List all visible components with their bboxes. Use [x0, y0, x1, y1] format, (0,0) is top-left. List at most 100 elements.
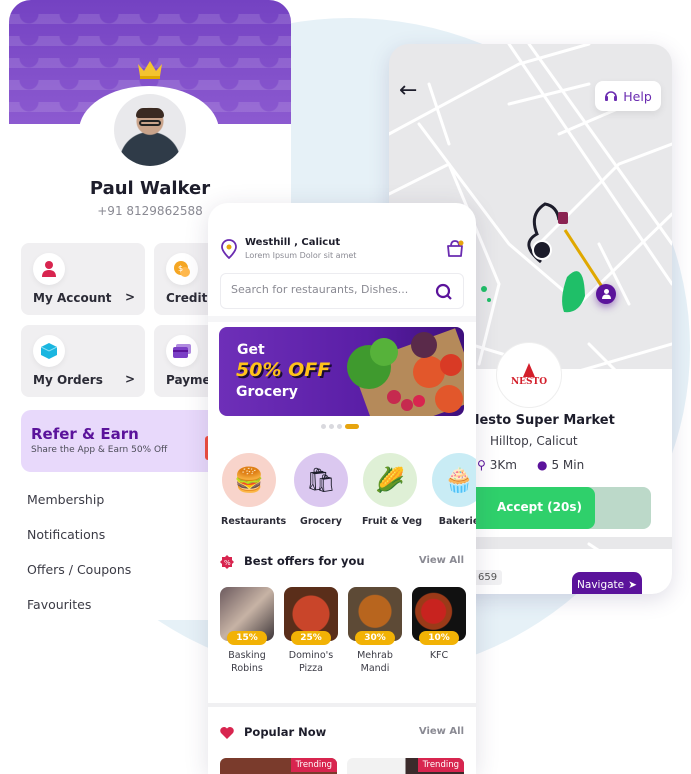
user-pin-icon[interactable]	[596, 284, 616, 304]
discount-badge-icon: %	[220, 555, 234, 569]
category-label: Restaurants	[221, 516, 287, 527]
offer-image: 25%	[284, 587, 338, 645]
location-pin-icon: ⚲	[477, 458, 486, 472]
carousel-dot[interactable]	[329, 424, 334, 429]
view-all-link[interactable]: View All	[419, 555, 464, 566]
carousel-dot[interactable]	[345, 424, 359, 429]
popular-card[interactable]: Trending	[347, 758, 464, 774]
card-icon	[173, 344, 191, 358]
category-label: Bakerie	[438, 516, 476, 527]
offer-name: Robins	[231, 663, 263, 674]
section-title: Popular Now	[244, 725, 327, 739]
menu-offers-coupons[interactable]: Offers / Coupons	[27, 562, 131, 577]
carousel-dot[interactable]	[337, 424, 342, 429]
refer-title: Refer & Earn	[31, 425, 139, 443]
store-pin-icon[interactable]	[532, 240, 552, 260]
discount-badge: 10%	[419, 631, 459, 645]
trending-badge: Trending	[290, 758, 337, 772]
carousel-dot[interactable]	[321, 424, 326, 429]
discount-badge: 15%	[227, 631, 267, 645]
store-time: 5 Min	[551, 458, 585, 472]
offer-item[interactable]: 15% Basking Robins	[220, 587, 274, 675]
popular-card[interactable]: Trending	[220, 758, 337, 774]
offer-name: Pizza	[299, 663, 323, 674]
coin-icon: $	[174, 261, 190, 277]
divider	[208, 703, 476, 707]
svg-text:$: $	[178, 264, 183, 273]
search-icon[interactable]	[435, 283, 453, 301]
category-label: Fruit & Veg	[362, 516, 423, 527]
divider	[208, 316, 476, 322]
offer-name: Mandi	[360, 663, 390, 674]
tile-my-orders[interactable]: My Orders >	[21, 325, 145, 397]
search-input[interactable]	[231, 283, 426, 296]
carousel-dots[interactable]	[321, 424, 359, 429]
category-bakeries[interactable]: 🧁 Bakerie	[431, 453, 476, 527]
burger-icon: 🍔	[222, 453, 276, 507]
location-pin-icon[interactable]	[221, 239, 237, 259]
tile-label: My Orders	[33, 373, 103, 387]
banner-line3: Grocery	[236, 384, 298, 400]
category-label: Grocery	[300, 516, 342, 527]
offer-name: Mehrab	[357, 650, 393, 661]
help-button[interactable]: Help	[595, 81, 661, 111]
accept-button[interactable]: Accept (20s)	[469, 487, 651, 529]
avatar[interactable]	[114, 94, 186, 166]
chevron-right-icon: >	[124, 290, 135, 304]
category-restaurants[interactable]: 🍔 Restaurants	[221, 453, 287, 527]
store-name: lesto Super Market	[475, 413, 615, 428]
section-title: Best offers for you	[244, 554, 365, 568]
category-fruit-veg[interactable]: 🌽 Fruit & Veg	[362, 453, 423, 527]
profile-name: Paul Walker	[89, 178, 211, 199]
menu-membership[interactable]: Membership	[27, 492, 104, 507]
box-icon	[41, 343, 57, 359]
trending-badge: Trending	[417, 758, 464, 772]
menu-favourites[interactable]: Favourites	[27, 597, 91, 612]
cupcake-icon: 🧁	[432, 453, 476, 507]
headset-icon	[605, 91, 618, 101]
nesto-logo-icon	[523, 363, 535, 377]
user-icon	[42, 261, 56, 277]
tile-my-account[interactable]: My Account >	[21, 243, 145, 315]
banner-discount: 50% OFF	[236, 359, 331, 381]
heart-icon	[220, 727, 234, 739]
offer-image: 10%	[412, 587, 466, 645]
back-arrow-icon[interactable]: ←	[399, 78, 417, 103]
promo-banner[interactable]: Get 50% OFF Grocery	[219, 327, 464, 416]
location-subtitle: Lorem Ipsum Dolor sit amet	[245, 251, 357, 260]
clock-icon: ●	[537, 458, 548, 472]
corn-icon: 🌽	[363, 453, 417, 507]
category-grocery[interactable]: 🛍 Grocery	[293, 453, 349, 527]
location-title[interactable]: Westhill , Calicut	[245, 237, 340, 248]
svg-text:%: %	[224, 559, 231, 567]
tile-label: My Account	[33, 291, 112, 305]
offer-image: 30%	[348, 587, 402, 645]
search-bar[interactable]	[220, 273, 464, 309]
banner-line1: Get	[237, 342, 265, 358]
store-distance: 3Km	[489, 458, 517, 472]
store-meta: ⚲ 3Km ● 5 Min	[477, 458, 584, 472]
navigate-button[interactable]: Navigate ➤	[572, 572, 642, 594]
refer-subtitle: Share the App & Earn 50% Off	[31, 445, 168, 455]
navigate-label: Navigate	[577, 579, 625, 591]
discount-badge: 30%	[355, 631, 395, 645]
cart-icon[interactable]	[446, 239, 464, 257]
crown-icon	[138, 61, 162, 79]
offer-item[interactable]: 10% KFC	[412, 587, 466, 662]
vegetables-image	[347, 328, 464, 416]
offer-item[interactable]: 25% Domino's Pizza	[284, 587, 338, 675]
menu-notifications[interactable]: Notifications	[27, 527, 105, 542]
shopping-bag-icon: 🛍	[294, 453, 348, 507]
view-all-link[interactable]: View All	[419, 726, 464, 737]
offer-item[interactable]: 30% Mehrab Mandi	[348, 587, 402, 675]
help-label: Help	[623, 88, 652, 104]
offer-name: Domino's	[288, 650, 334, 661]
offer-name: Basking	[228, 650, 266, 661]
discount-badge: 25%	[291, 631, 331, 645]
accept-label: Accept (20s)	[497, 500, 582, 514]
store-logo: NESTO	[496, 342, 562, 408]
home-screen: Westhill , Calicut Lorem Ipsum Dolor sit…	[208, 203, 476, 774]
send-arrow-icon: ➤	[628, 579, 637, 591]
order-code: 659	[473, 570, 503, 585]
store-location: Hilltop, Calicut	[490, 434, 578, 448]
